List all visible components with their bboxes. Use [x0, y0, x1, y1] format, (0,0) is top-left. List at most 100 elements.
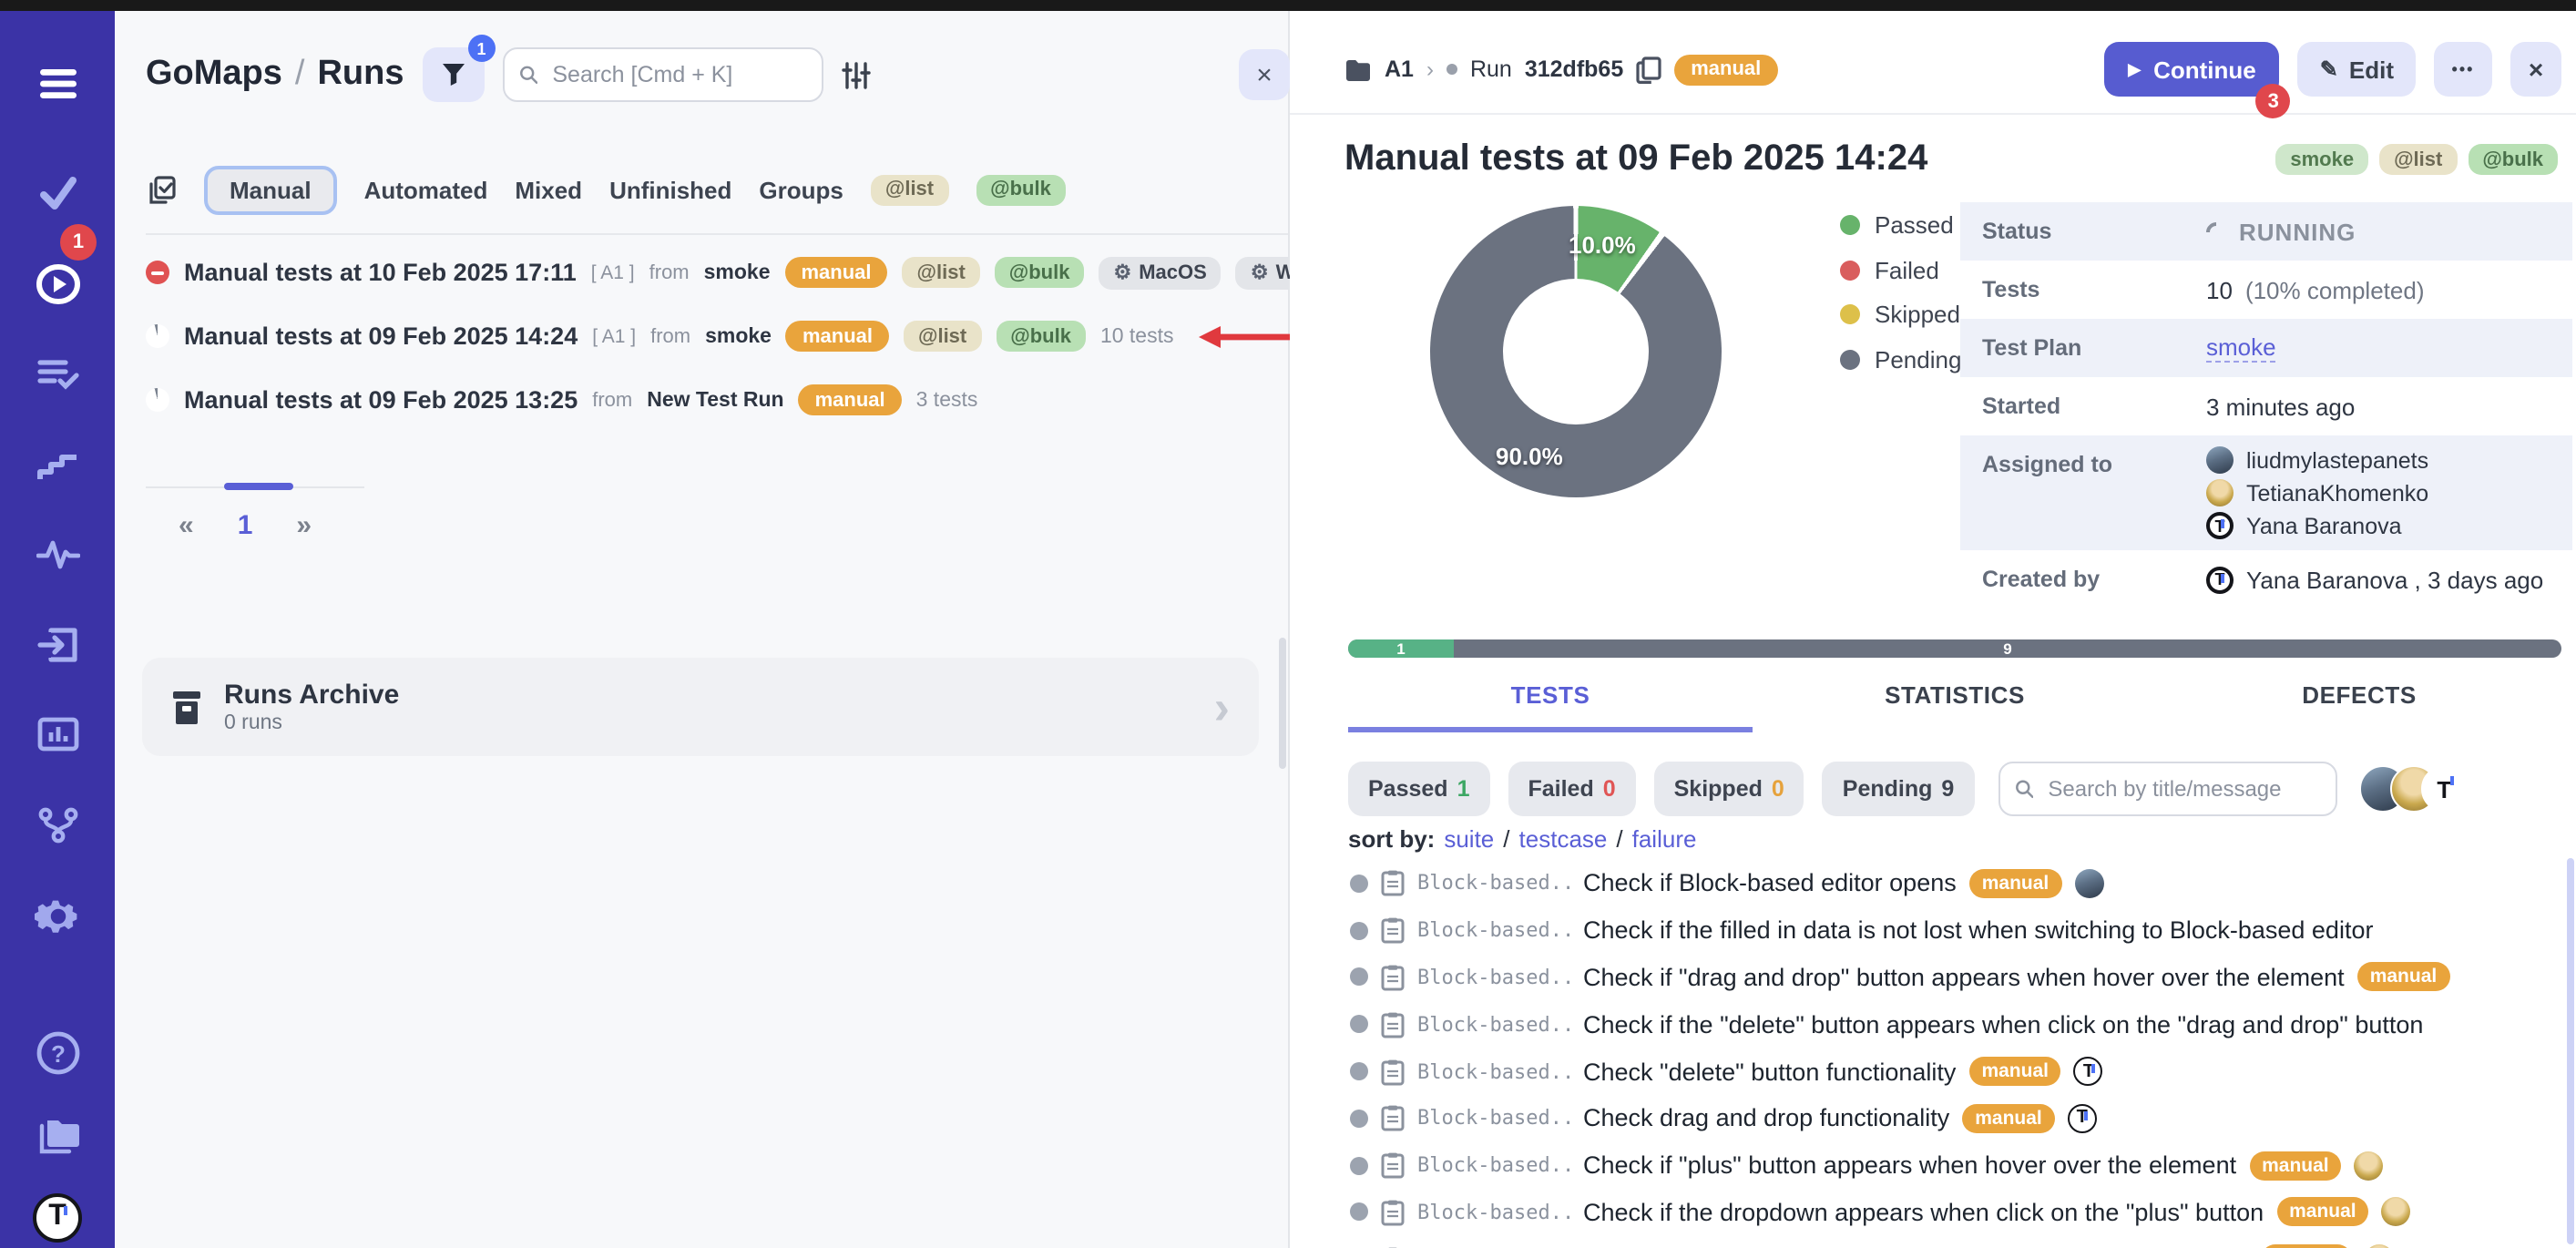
assignee-filter-avatars[interactable]: T	[2358, 765, 2468, 813]
multi-select-icon[interactable]	[146, 174, 177, 205]
runs-archive-card[interactable]: Runs Archive 0 runs ›	[142, 658, 1259, 756]
tests-search[interactable]	[1998, 762, 2336, 816]
sort-by-suite[interactable]: suite	[1444, 825, 1494, 853]
tag-filter-bulk[interactable]: @bulk	[976, 174, 1066, 205]
pencil-icon: ✎	[2320, 56, 2338, 82]
steps-icon[interactable]	[32, 439, 83, 490]
clipboard-icon	[1381, 1011, 1405, 1038]
page-current[interactable]: 1	[238, 510, 253, 541]
test-row[interactable]: Block-based... Check "delete" button fun…	[1290, 1048, 2571, 1095]
global-search[interactable]	[502, 47, 823, 102]
breadcrumb-page: Runs	[317, 55, 404, 95]
run-status-progress-icon	[146, 324, 169, 348]
test-row[interactable]: Block-based... Check if Block-based edit…	[1290, 860, 2571, 907]
manual-tag: manual	[1962, 1104, 2055, 1133]
filter-passed-button[interactable]: Passed1	[1348, 762, 1489, 816]
run-detail-panel: A1 › Run 312dfb65 manual ▶ Continue 3 ✎ …	[1290, 11, 2576, 1248]
tab-mixed[interactable]: Mixed	[515, 176, 582, 203]
annotation-badge-1: 1	[60, 224, 97, 261]
test-row[interactable]: Block-based... Check if the filled in da…	[1290, 907, 2571, 955]
filter-pending-button[interactable]: Pending9	[1823, 762, 1975, 816]
filter-skipped-button[interactable]: Skipped0	[1654, 762, 1804, 816]
menu-icon[interactable]	[32, 58, 83, 109]
adjustments-icon[interactable]	[841, 61, 870, 88]
clipboard-icon	[1381, 1199, 1405, 1226]
assignee[interactable]: TetianaKhomenko	[2206, 479, 2428, 506]
test-row[interactable]: Block-based... Check if "drag and drop" …	[1290, 954, 2571, 1001]
pending-status-icon	[1350, 1110, 1368, 1128]
tab-manual[interactable]: Manual	[204, 165, 337, 214]
breadcrumb-suite[interactable]: A1	[1385, 56, 1414, 82]
test-row[interactable]: Block-based... Check drag and drop funct…	[1290, 1095, 2571, 1142]
run-title: Manual tests at 09 Feb 2025 13:25	[184, 386, 578, 414]
folders-icon[interactable]	[32, 1111, 83, 1162]
continue-button[interactable]: ▶ Continue 3	[2104, 42, 2280, 97]
run-status-progress-icon	[146, 388, 169, 412]
page-prev[interactable]: «	[179, 510, 194, 541]
manual-tag: manual	[799, 384, 902, 415]
list-check-icon[interactable]	[32, 350, 83, 401]
tab-automated[interactable]: Automated	[364, 176, 488, 203]
tab-statistics[interactable]: STATISTICS	[1753, 681, 2157, 732]
run-detail-title: Manual tests at 09 Feb 2025 14:24	[1344, 138, 1927, 180]
sort-by-failure[interactable]: failure	[1632, 825, 1697, 853]
test-row[interactable]: Block-based... Check if the dropdown app…	[1290, 1189, 2571, 1236]
gear-icon[interactable]	[32, 891, 83, 942]
close-detail-button[interactable]: ×	[2510, 42, 2561, 97]
assignee[interactable]: liudmylastepanets	[2206, 446, 2428, 474]
workspace-avatar[interactable]: T	[32, 1192, 83, 1243]
run-title: Manual tests at 09 Feb 2025 14:24	[184, 322, 578, 350]
help-icon[interactable]: ?	[32, 1028, 83, 1079]
tests-search-input[interactable]	[2044, 774, 2320, 803]
breadcrumb-project[interactable]: GoMaps	[146, 55, 282, 95]
check-icon[interactable]	[32, 168, 83, 219]
right-scrollbar[interactable]	[2567, 858, 2574, 1244]
more-actions-button[interactable]: •••	[2434, 42, 2492, 97]
tab-unfinished[interactable]: Unfinished	[609, 176, 731, 203]
run-details-table: Status RUNNING Tests 10(10% completed) T…	[1960, 202, 2572, 609]
branch-icon[interactable]	[32, 800, 83, 851]
search-input[interactable]	[548, 60, 806, 89]
test-row[interactable]: Block-based... Check if "plus" button ap…	[1290, 1142, 2571, 1190]
assignee-avatar	[2382, 1198, 2411, 1227]
pending-status-icon	[1350, 968, 1368, 987]
pending-status-icon	[1350, 1016, 1368, 1034]
activity-icon[interactable]	[32, 528, 83, 579]
failed-legend-dot	[1840, 260, 1860, 280]
page-next[interactable]: »	[296, 510, 312, 541]
run-row[interactable]: Manual tests at 10 Feb 2025 17:11 [ A1 ]…	[115, 240, 1288, 304]
run-type-tabs: Manual Automated Mixed Unfinished Groups…	[146, 160, 1288, 235]
manual-tag: manual	[1968, 1057, 2061, 1086]
test-row[interactable]: Block-based... Check if the dropdown app…	[1290, 1236, 2571, 1248]
close-panel-button[interactable]: ×	[1239, 49, 1290, 100]
manual-tag: manual	[2276, 1198, 2369, 1227]
assignee[interactable]: TYana Baranova	[2206, 512, 2428, 539]
tab-tests[interactable]: TESTS	[1348, 681, 1753, 732]
copy-icon[interactable]	[1636, 56, 1661, 83]
filter-failed-button[interactable]: Failed0	[1508, 762, 1635, 816]
run-row[interactable]: Manual tests at 09 Feb 2025 14:24 [ A1 ]…	[115, 304, 1288, 368]
tab-defects[interactable]: DEFECTS	[2157, 681, 2561, 732]
filter-button[interactable]: 1	[422, 47, 484, 102]
scroll-indicator	[224, 483, 293, 490]
runs-play-circle-icon[interactable]	[32, 259, 83, 310]
left-scrollbar[interactable]	[1279, 638, 1286, 769]
tab-groups[interactable]: Groups	[759, 176, 843, 203]
smoke-tag: smoke	[2275, 144, 2368, 175]
avatar: T	[2420, 765, 2468, 813]
list-tag: @list	[2379, 144, 2457, 175]
enter-icon[interactable]	[32, 619, 83, 670]
manual-tag: manual	[786, 321, 889, 352]
app-root: 1 ?	[0, 0, 2576, 1248]
sort-by-testcase[interactable]: testcase	[1519, 825, 1608, 853]
progress-passed: 1	[1348, 639, 1454, 658]
avatar: T	[2206, 512, 2234, 539]
test-row[interactable]: Block-based... Check if the "delete" but…	[1290, 1001, 2571, 1049]
tag-filter-list[interactable]: @list	[871, 174, 948, 205]
bar-chart-icon[interactable]	[32, 709, 83, 760]
test-plan-link[interactable]: smoke	[2206, 333, 2276, 363]
run-row[interactable]: Manual tests at 09 Feb 2025 13:25 from N…	[115, 368, 1288, 432]
edit-button[interactable]: ✎ Edit	[2298, 42, 2416, 97]
run-progress-bar: 1 9	[1348, 639, 2561, 658]
run-source: smoke	[705, 325, 772, 347]
